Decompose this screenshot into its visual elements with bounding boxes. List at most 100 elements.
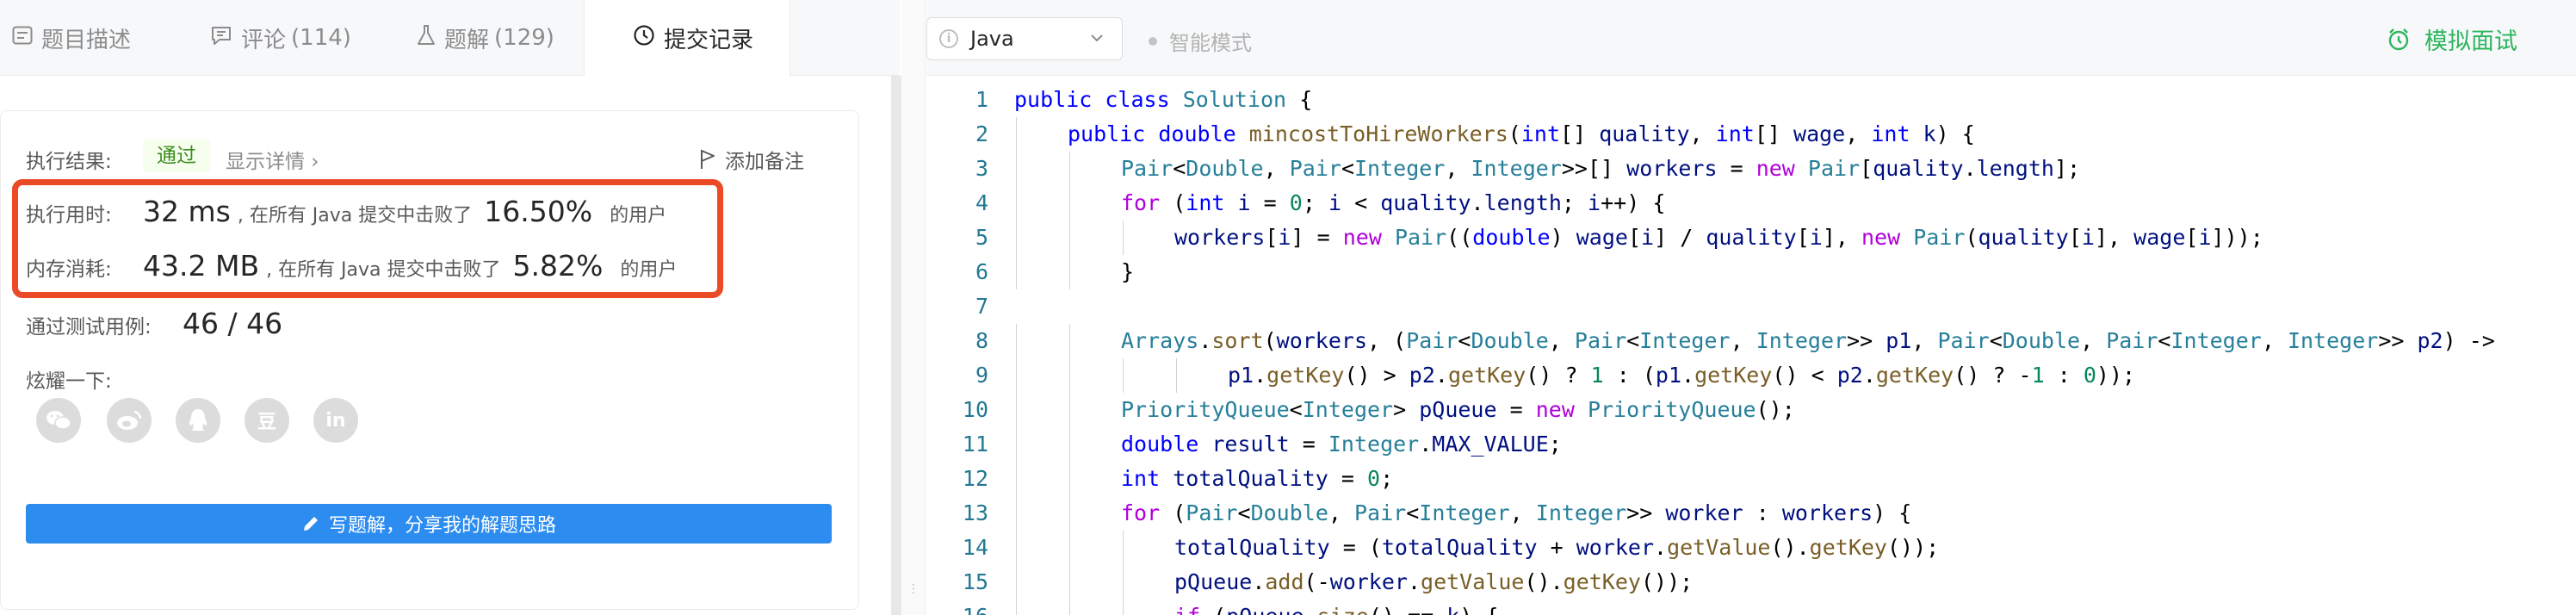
code-line[interactable]: 1 public class Solution { bbox=[926, 83, 2576, 117]
code-line[interactable]: 10 PriorityQueue<Integer> pQueue = new Pr… bbox=[926, 393, 2576, 427]
tab-comments[interactable]: 评论 (114) bbox=[210, 0, 351, 76]
share-label: 炫耀一下: bbox=[26, 370, 112, 393]
indent-guide bbox=[1176, 358, 1177, 393]
code-line[interactable]: 8 Arrays.sort(workers, (Pair<Double, Pair… bbox=[926, 324, 2576, 358]
indent-guide bbox=[1016, 531, 1017, 565]
tab-description[interactable]: 题目描述 bbox=[12, 0, 131, 76]
code-line[interactable]: 13 for (Pair<Double, Pair<Integer, Intege… bbox=[926, 496, 2576, 531]
indent-guide bbox=[1016, 358, 1017, 393]
indent-guide bbox=[1016, 427, 1017, 462]
indent-guide bbox=[1069, 565, 1070, 599]
douban-glyph: 豆 bbox=[257, 412, 276, 433]
wechat-icon[interactable] bbox=[36, 398, 81, 443]
smart-mode-label: 智能模式 bbox=[1169, 31, 1252, 55]
line-number: 9 bbox=[975, 363, 988, 388]
code-line[interactable]: 12 int totalQuality = 0; bbox=[926, 462, 2576, 496]
flag-icon bbox=[701, 150, 715, 169]
mock-interview-button[interactable]: 模拟面试 bbox=[2387, 22, 2517, 56]
memory-tail-text: 的用户 bbox=[620, 259, 678, 281]
linkedin-glyph: in bbox=[325, 409, 346, 432]
code-text: if (pQueue.size() == k) { bbox=[1174, 599, 1498, 615]
line-number: 8 bbox=[975, 328, 988, 353]
code-text: pQueue.add(-worker.getValue().getKey()); bbox=[1174, 569, 1694, 594]
add-note-button[interactable]: 添加备注 bbox=[699, 145, 804, 174]
line-number: 16 bbox=[926, 599, 988, 615]
code-line[interactable]: 15 pQueue.add(-worker.getValue().getKey()… bbox=[926, 565, 2576, 599]
indent-guide bbox=[1069, 393, 1070, 427]
info-icon: i bbox=[939, 29, 958, 48]
memory-percent: 5.82% bbox=[512, 249, 604, 283]
clock-icon bbox=[633, 24, 655, 53]
code-line[interactable]: 9 p1.getKey() > p2.getKey() ? 1 : (p1.get… bbox=[926, 358, 2576, 393]
add-note-label: 添加备注 bbox=[725, 151, 804, 173]
tab-solutions-label: 题解 bbox=[444, 27, 490, 53]
indent-guide bbox=[1069, 599, 1070, 615]
write-solution-label: 写题解，分享我的解题思路 bbox=[328, 515, 556, 537]
code-text: Pair<Double, Pair<Integer, Integer>>[] w… bbox=[1121, 156, 2081, 181]
left-panel: 题目描述 评论 (114) 题解 (129) 提交记录 执行结果: 通过 显示详… bbox=[0, 0, 900, 615]
line-number: 6 bbox=[975, 259, 988, 284]
drag-handle-icon: ⋮ bbox=[907, 582, 920, 596]
code-line[interactable]: 7 bbox=[926, 289, 2576, 324]
douban-icon[interactable]: 豆 bbox=[245, 398, 289, 443]
language-select[interactable]: i Java bbox=[926, 17, 1123, 60]
line-number: 7 bbox=[975, 294, 988, 319]
line-number: 13 bbox=[962, 500, 988, 525]
indent-guide bbox=[1016, 152, 1017, 186]
code-line[interactable]: 14 totalQuality = (totalQuality + worker.… bbox=[926, 531, 2576, 565]
indent-guide bbox=[1123, 358, 1124, 393]
code-line[interactable]: 4 for (int i = 0; i < quality.length; i++… bbox=[926, 186, 2576, 221]
code-line[interactable]: 11 double result = Integer.MAX_VALUE; bbox=[926, 427, 2576, 462]
write-solution-button[interactable]: 写题解，分享我的解题思路 bbox=[26, 504, 832, 544]
indent-guide bbox=[1069, 358, 1070, 393]
code-line[interactable]: 6} bbox=[926, 255, 2576, 289]
line-number: 4 bbox=[975, 190, 988, 215]
show-details-link[interactable]: 显示详情 › bbox=[226, 145, 319, 174]
tab-submissions-label: 提交记录 bbox=[664, 28, 754, 53]
indent-guide bbox=[1123, 599, 1124, 615]
memory-value: 43.2 MB bbox=[143, 249, 260, 283]
tab-comments-count: (114) bbox=[291, 25, 351, 51]
linkedin-icon[interactable]: in bbox=[313, 398, 358, 443]
indent-guide bbox=[1123, 531, 1124, 565]
code-line[interactable]: 3 Pair<Double, Pair<Integer, Integer>>[] … bbox=[926, 152, 2576, 186]
resize-handle[interactable] bbox=[901, 0, 926, 615]
indent-guide bbox=[1016, 496, 1017, 531]
left-tab-bar: 题目描述 评论 (114) 题解 (129) 提交记录 bbox=[0, 0, 900, 77]
memory-label: 内存消耗: bbox=[26, 258, 112, 281]
runtime-percent: 16.50% bbox=[484, 195, 593, 228]
line-number: 14 bbox=[962, 535, 988, 560]
code-text: for (int i = 0; i < quality.length; i++)… bbox=[1121, 190, 1666, 215]
code-line[interactable]: 16 if (pQueue.size() == k) { bbox=[926, 599, 2576, 615]
test-cases-value: 46 / 46 bbox=[183, 307, 283, 340]
code-line[interactable]: 2 public double mincostToHireWorkers(int[… bbox=[926, 117, 2576, 152]
runtime-value: 32 ms bbox=[143, 195, 231, 228]
indent-guide bbox=[1016, 565, 1017, 599]
indent-guide bbox=[1069, 427, 1070, 462]
test-cases-label: 通过测试用例: bbox=[26, 316, 152, 339]
code-text: Arrays.sort(workers, (Pair<Double, Pair<… bbox=[1121, 328, 2495, 353]
tab-solutions-count: (129) bbox=[494, 25, 554, 51]
tab-submissions[interactable]: 提交记录 bbox=[584, 0, 790, 77]
line-number: 2 bbox=[975, 121, 988, 146]
runtime-tail-text: 的用户 bbox=[610, 205, 667, 227]
chevron-down-icon bbox=[1091, 34, 1103, 42]
alarm-clock-icon bbox=[2388, 28, 2409, 50]
line-number: 12 bbox=[962, 466, 988, 491]
code-editor[interactable]: 1 public class Solution {2 public double m… bbox=[926, 76, 2576, 615]
code-line[interactable]: 5 workers[i] = new Pair((double) wage[i] … bbox=[926, 221, 2576, 255]
indent-guide bbox=[1016, 599, 1017, 615]
description-icon bbox=[12, 25, 33, 51]
code-text: double result = Integer.MAX_VALUE; bbox=[1121, 432, 1562, 457]
line-number: 10 bbox=[962, 397, 988, 422]
panel-divider[interactable] bbox=[891, 76, 901, 615]
indent-guide bbox=[1016, 117, 1017, 152]
smart-mode-toggle[interactable]: 智能模式 bbox=[1149, 26, 1252, 56]
tab-solutions[interactable]: 题解 (129) bbox=[417, 0, 554, 76]
indent-guide bbox=[1069, 496, 1070, 531]
runtime-stat: 执行用时: 32 ms , 在所有 Java 提交中击败了 16.50% 的用户 bbox=[26, 195, 666, 228]
code-text: } bbox=[1121, 259, 1135, 284]
weibo-icon[interactable] bbox=[107, 398, 152, 443]
pencil-icon bbox=[303, 517, 318, 531]
qq-icon[interactable] bbox=[176, 398, 220, 443]
